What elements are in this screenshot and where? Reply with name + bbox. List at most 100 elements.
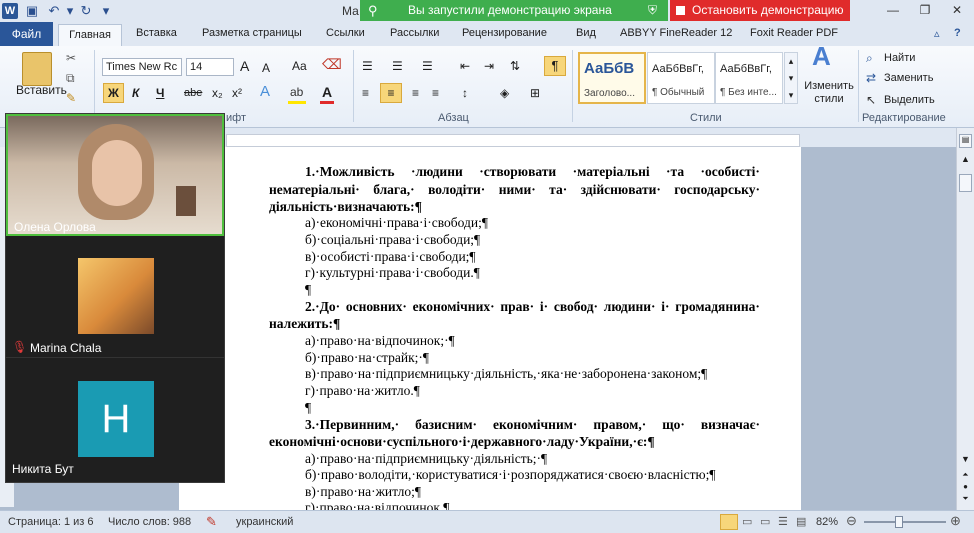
grow-font-icon[interactable]: A [240, 58, 249, 74]
show-formatting-marks-button[interactable]: ¶ [544, 56, 566, 76]
format-painter-icon[interactable]: ✎ [66, 90, 76, 106]
borders-icon[interactable]: ⊞ [530, 85, 540, 101]
save-icon[interactable]: ▣ [24, 3, 40, 19]
web-layout-view-icon[interactable]: ▭ [760, 515, 770, 528]
scroll-thumb[interactable] [959, 174, 972, 192]
minimize-ribbon-icon[interactable]: ▵ [934, 27, 940, 40]
font-name-select[interactable]: Times New Rc [102, 58, 182, 76]
vertical-scrollbar[interactable]: ▤ ▲ ▼ ⏶ ● ⏷ [956, 128, 974, 510]
styles-group-label: Стили [690, 112, 722, 124]
tab-foxit[interactable]: Foxit Reader PDF [750, 27, 838, 39]
paste-icon[interactable] [22, 52, 52, 86]
q3-line-2: економічні·основи·суспільного·і·державно… [269, 434, 655, 449]
tab-abbyy[interactable]: ABBYY FineReader 12 [620, 27, 732, 39]
cut-icon[interactable]: ✂ [66, 50, 76, 66]
zoom-slider[interactable] [864, 521, 946, 523]
change-case-button[interactable]: Aa [292, 58, 307, 74]
outline-view-icon[interactable]: ☰ [778, 515, 788, 528]
page-count[interactable]: Страница: 1 из 6 [8, 516, 94, 528]
font-size-select[interactable]: 14 [186, 58, 234, 76]
strikethrough-button[interactable]: abe [184, 85, 202, 101]
justify-icon[interactable]: ≡ [432, 85, 439, 101]
increase-indent-icon[interactable]: ⇥ [484, 58, 494, 74]
change-styles-button[interactable]: Изменить стили [802, 80, 856, 106]
ruler-toggle-icon[interactable]: ▤ [959, 134, 972, 148]
next-page-icon[interactable]: ⏷ [959, 494, 972, 506]
print-layout-view-icon[interactable] [720, 514, 738, 530]
paste-button[interactable]: Вставить [16, 82, 67, 98]
select-browse-object-icon[interactable]: ● [959, 482, 972, 494]
customize-quick-access-icon[interactable]: ▾ [98, 3, 114, 19]
participant-tile[interactable]: H Никита Бут [6, 359, 224, 482]
tab-file[interactable]: Файл [0, 22, 53, 46]
draft-view-icon[interactable]: ▤ [796, 515, 806, 528]
q1-option-a: а)·економічні·права·і·свободи;¶ [305, 215, 488, 230]
align-right-icon[interactable]: ≡ [412, 85, 419, 101]
style-normal[interactable]: АаБбВвГг, ¶ Обычный [647, 52, 715, 104]
style-no-spacing[interactable]: АаБбВвГг, ¶ Без инте... [715, 52, 783, 104]
subscript-button[interactable]: x₂ [212, 85, 223, 101]
participant-tile[interactable]: 🎙 Marina Chala [6, 236, 224, 358]
tab-insert[interactable]: Вставка [136, 27, 177, 39]
numbering-icon[interactable]: ☰ [392, 58, 403, 74]
tab-home[interactable]: Главная [58, 24, 122, 47]
clear-formatting-icon[interactable]: ⌫ [322, 56, 342, 72]
text-effects-icon[interactable]: A [260, 84, 270, 100]
find-button[interactable]: Найти [884, 50, 915, 66]
tab-review[interactable]: Рецензирование [462, 27, 547, 39]
sort-icon[interactable]: ⇅ [510, 58, 520, 74]
change-styles-icon[interactable]: A [812, 43, 831, 69]
line-spacing-icon[interactable]: ↕ [462, 85, 468, 101]
decrease-indent-icon[interactable]: ⇤ [460, 58, 470, 74]
close-button[interactable]: ✕ [944, 2, 970, 18]
bold-button[interactable]: Ж [108, 85, 119, 101]
empty-paragraph: ¶ [305, 282, 312, 297]
word-app-icon[interactable]: W [2, 3, 18, 19]
italic-button[interactable]: К [132, 85, 139, 101]
zoom-out-icon[interactable]: ⊖ [846, 513, 857, 529]
participant-tile-active[interactable]: Олена Орлова [6, 114, 224, 236]
styles-scroll[interactable]: ▴ ▾ ▾ [784, 52, 798, 104]
zoom-slider-thumb[interactable] [895, 516, 903, 528]
replace-button[interactable]: Заменить [884, 70, 933, 86]
shading-icon[interactable]: ◈ [500, 85, 509, 101]
select-button[interactable]: Выделить [884, 92, 935, 108]
tab-mailings[interactable]: Рассылки [390, 27, 439, 39]
zoom-level[interactable]: 82% [816, 516, 838, 528]
font-color-icon[interactable]: A [322, 84, 332, 100]
proofing-icon[interactable]: ✎ [206, 514, 217, 530]
highlight-icon[interactable]: ab [290, 84, 303, 100]
redo-icon[interactable]: ↻ [78, 3, 94, 19]
align-left-icon[interactable]: ≡ [362, 85, 369, 101]
horizontal-ruler[interactable] [226, 134, 800, 147]
copy-icon[interactable]: ⧉ [66, 70, 75, 86]
zoom-in-icon[interactable]: ⊕ [950, 513, 961, 529]
scroll-down-icon[interactable]: ▼ [959, 454, 972, 466]
separator [94, 50, 95, 122]
stop-share-label: Остановить демонстрацию [692, 3, 844, 17]
word-count[interactable]: Число слов: 988 [108, 516, 191, 528]
undo-icon[interactable]: ↶ [46, 3, 62, 19]
document-page[interactable]: 1.·Можливість ·людини ·створювати ·матеріал… [179, 147, 801, 513]
stop-share-button[interactable]: Остановить демонстрацию [670, 0, 850, 21]
help-icon[interactable]: ? [954, 27, 961, 39]
q1-line-2: нематеріальні· блага,· володіти· ними· та· зд… [269, 182, 760, 197]
maximize-button[interactable]: ❐ [912, 2, 938, 18]
minimize-button[interactable]: — [880, 2, 906, 18]
language[interactable]: украинский [236, 516, 293, 528]
superscript-button[interactable]: x² [232, 85, 242, 101]
tab-page-layout[interactable]: Разметка страницы [202, 27, 302, 39]
shrink-font-icon[interactable]: A [262, 60, 270, 76]
tab-view[interactable]: Вид [576, 27, 596, 39]
q2-option-d: г)·право·на·житло.¶ [305, 383, 420, 398]
prev-page-icon[interactable]: ⏶ [959, 470, 972, 482]
undo-dropdown-icon[interactable]: ▾ [62, 3, 78, 19]
bullets-icon[interactable]: ☰ [362, 58, 373, 74]
style-heading[interactable]: АаБбВ Заголово... [578, 52, 646, 104]
full-screen-view-icon[interactable]: ▭ [742, 515, 752, 528]
tab-references[interactable]: Ссылки [326, 27, 365, 39]
align-center-button[interactable]: ≡ [380, 83, 402, 103]
scroll-up-icon[interactable]: ▲ [959, 154, 972, 168]
underline-button[interactable]: Ч [156, 85, 164, 101]
multilevel-list-icon[interactable]: ☰ [422, 58, 433, 74]
